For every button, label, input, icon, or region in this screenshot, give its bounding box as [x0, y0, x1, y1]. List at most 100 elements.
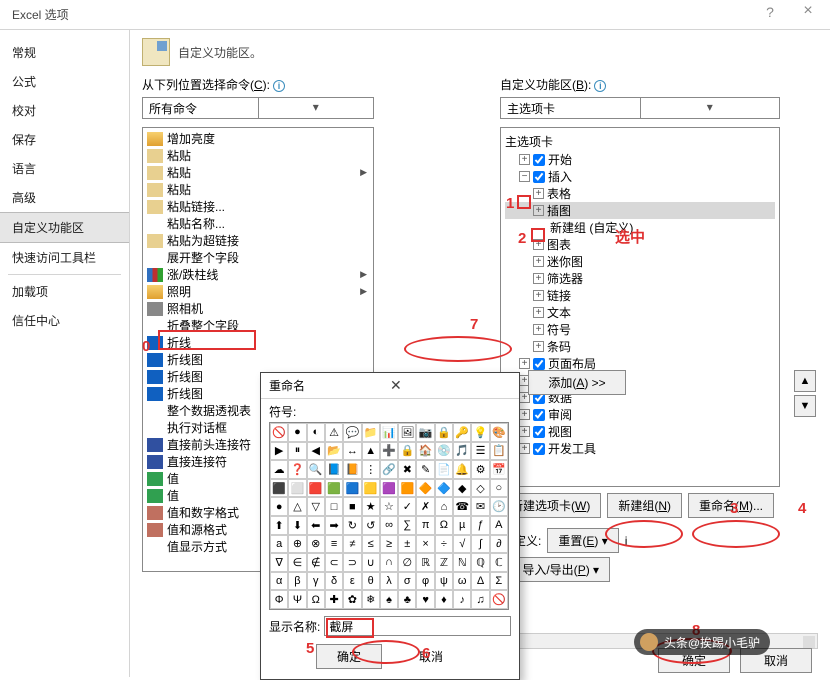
symbol-cell[interactable]: ℕ [453, 553, 471, 572]
symbol-cell[interactable]: ➡ [325, 516, 343, 535]
symbol-cell[interactable]: 📁 [362, 423, 380, 442]
symbol-cell[interactable]: σ [398, 572, 416, 591]
display-name-input[interactable] [324, 616, 511, 636]
symbol-cell[interactable]: ↻ [343, 516, 361, 535]
symbol-cell[interactable]: ψ [435, 572, 453, 591]
symbol-cell[interactable]: ∈ [288, 553, 306, 572]
symbol-cell[interactable]: ⚙ [471, 460, 489, 479]
expand-icon[interactable]: + [533, 290, 544, 301]
symbol-cell[interactable]: ♠ [380, 590, 398, 609]
tree-tab-node[interactable]: +开始 [505, 151, 775, 168]
symbol-cell[interactable]: ∇ [270, 553, 288, 572]
expand-icon[interactable]: + [533, 256, 544, 267]
symbol-cell[interactable]: 🔒 [398, 442, 416, 461]
sidebar-item-addins[interactable]: 加载项 [0, 277, 129, 306]
symbol-cell[interactable]: 🏠 [416, 442, 434, 461]
expand-icon[interactable]: + [519, 443, 530, 454]
symbol-cell[interactable]: ⬜ [288, 479, 306, 498]
symbol-cell[interactable]: 🟨 [362, 479, 380, 498]
symbol-cell[interactable]: φ [416, 572, 434, 591]
symbol-cell[interactable]: ⏸ [288, 442, 306, 461]
expand-icon[interactable]: + [533, 324, 544, 335]
ribbon-tabs-combo[interactable]: 主选项卡 ▾ [500, 97, 780, 119]
tree-group-node[interactable]: +插图 [505, 202, 775, 219]
symbol-cell[interactable]: 🟥 [307, 479, 325, 498]
symbol-cell[interactable]: ● [270, 497, 288, 516]
sidebar-item-proofing[interactable]: 校对 [0, 96, 129, 125]
command-item[interactable]: 粘贴 [145, 181, 371, 198]
sidebar-item-save[interactable]: 保存 [0, 125, 129, 154]
symbol-cell[interactable]: ☎ [453, 497, 471, 516]
expand-icon[interactable]: + [533, 205, 544, 216]
symbol-cell[interactable]: 📂 [325, 442, 343, 461]
symbol-cell[interactable]: 🔗 [380, 460, 398, 479]
symbol-cell[interactable]: ∩ [380, 553, 398, 572]
symbol-cell[interactable]: ✉ [471, 497, 489, 516]
command-item[interactable]: 照明▶ [145, 283, 371, 300]
collapse-icon[interactable]: − [519, 171, 530, 182]
tree-group-node[interactable]: 新建组 (自定义) [505, 219, 775, 236]
tree-group-node[interactable]: +筛选器 [505, 270, 775, 287]
move-up-button[interactable]: ▲ [794, 370, 816, 392]
rename-button[interactable]: 重命名(M)... [688, 493, 774, 518]
expand-icon[interactable]: + [533, 273, 544, 284]
tree-group-node[interactable]: +符号 [505, 321, 775, 338]
symbol-cell[interactable]: ∪ [362, 553, 380, 572]
symbol-cell[interactable]: ♦ [435, 590, 453, 609]
sidebar-item-trust[interactable]: 信任中心 [0, 306, 129, 335]
tree-group-node[interactable]: +迷你图 [505, 253, 775, 270]
sidebar-item-language[interactable]: 语言 [0, 154, 129, 183]
symbol-cell[interactable]: ∂ [490, 535, 508, 554]
import-export-button[interactable]: 导入/导出(P) ▾ [511, 557, 610, 582]
symbol-cell[interactable]: δ [325, 572, 343, 591]
ribbon-tree[interactable]: 主选项卡+开始−插入+表格+插图新建组 (自定义)+图表+迷你图+筛选器+链接+… [500, 127, 780, 487]
tab-checkbox[interactable] [533, 154, 545, 166]
symbol-cell[interactable]: ≡ [325, 535, 343, 554]
symbol-cell[interactable]: ● [288, 423, 306, 442]
symbol-cell[interactable]: ☁ [270, 460, 288, 479]
tree-group-node[interactable]: +条码 [505, 338, 775, 355]
symbol-cell[interactable]: ƒ [471, 516, 489, 535]
tree-tab-node[interactable]: +审阅 [505, 406, 775, 423]
symbol-cell[interactable]: ♥ [416, 590, 434, 609]
symbol-cell[interactable]: ○ [490, 479, 508, 498]
symbol-cell[interactable]: ≥ [380, 535, 398, 554]
expand-icon[interactable]: + [519, 358, 530, 369]
close-button[interactable]: × [794, 2, 822, 20]
symbol-cell[interactable]: ∑ [398, 516, 416, 535]
command-item[interactable]: 折线图 [145, 351, 371, 368]
expand-icon[interactable]: + [533, 307, 544, 318]
tree-group-node[interactable]: +图表 [505, 236, 775, 253]
command-item[interactable]: 增加亮度 [145, 130, 371, 147]
symbol-cell[interactable]: ➕ [380, 442, 398, 461]
tree-group-node[interactable]: +表格 [505, 185, 775, 202]
symbol-cell[interactable]: ↔ [343, 442, 361, 461]
symbol-cell[interactable]: ♪ [453, 590, 471, 609]
sidebar-item-quick-access[interactable]: 快速访问工具栏 [0, 243, 129, 272]
symbol-cell[interactable]: × [416, 535, 434, 554]
symbol-cell[interactable]: 🟧 [398, 479, 416, 498]
symbol-cell[interactable]: ⬆ [270, 516, 288, 535]
symbol-cell[interactable]: λ [380, 572, 398, 591]
tab-checkbox[interactable] [533, 171, 545, 183]
tab-checkbox[interactable] [533, 443, 545, 455]
symbol-cell[interactable]: ÷ [435, 535, 453, 554]
symbol-cell[interactable]: ∞ [380, 516, 398, 535]
new-group-button[interactable]: 新建组(N) [607, 493, 682, 518]
symbol-cell[interactable]: ⬇ [288, 516, 306, 535]
symbol-cell[interactable]: 🎵 [453, 442, 471, 461]
symbol-cell[interactable]: ⚠ [325, 423, 343, 442]
symbol-cell[interactable]: ± [398, 535, 416, 554]
symbol-cell[interactable]: ✚ [325, 590, 343, 609]
command-item[interactable]: 展开整个字段 [145, 249, 371, 266]
dialog-titlebar[interactable]: 重命名 ✕ [261, 373, 519, 399]
symbol-cell[interactable]: △ [288, 497, 306, 516]
symbol-cell[interactable]: ✿ [343, 590, 361, 609]
symbol-cell[interactable]: 🔔 [453, 460, 471, 479]
symbol-cell[interactable]: 📄 [435, 460, 453, 479]
symbol-grid[interactable]: 🚫●◐⚠💬📁📊🖼📷🔒🔑💡🎨▶⏸◀📂↔▲➕🔒🏠💿🎵☰📋☁❓🔍📘📙⋮🔗✖✎📄🔔⚙📅⬛… [269, 422, 509, 610]
symbol-cell[interactable]: ▶ [270, 442, 288, 461]
command-item[interactable]: 折线 [145, 334, 371, 351]
symbol-cell[interactable]: ⋮ [362, 460, 380, 479]
sidebar-item-customize-ribbon[interactable]: 自定义功能区 [0, 212, 129, 243]
